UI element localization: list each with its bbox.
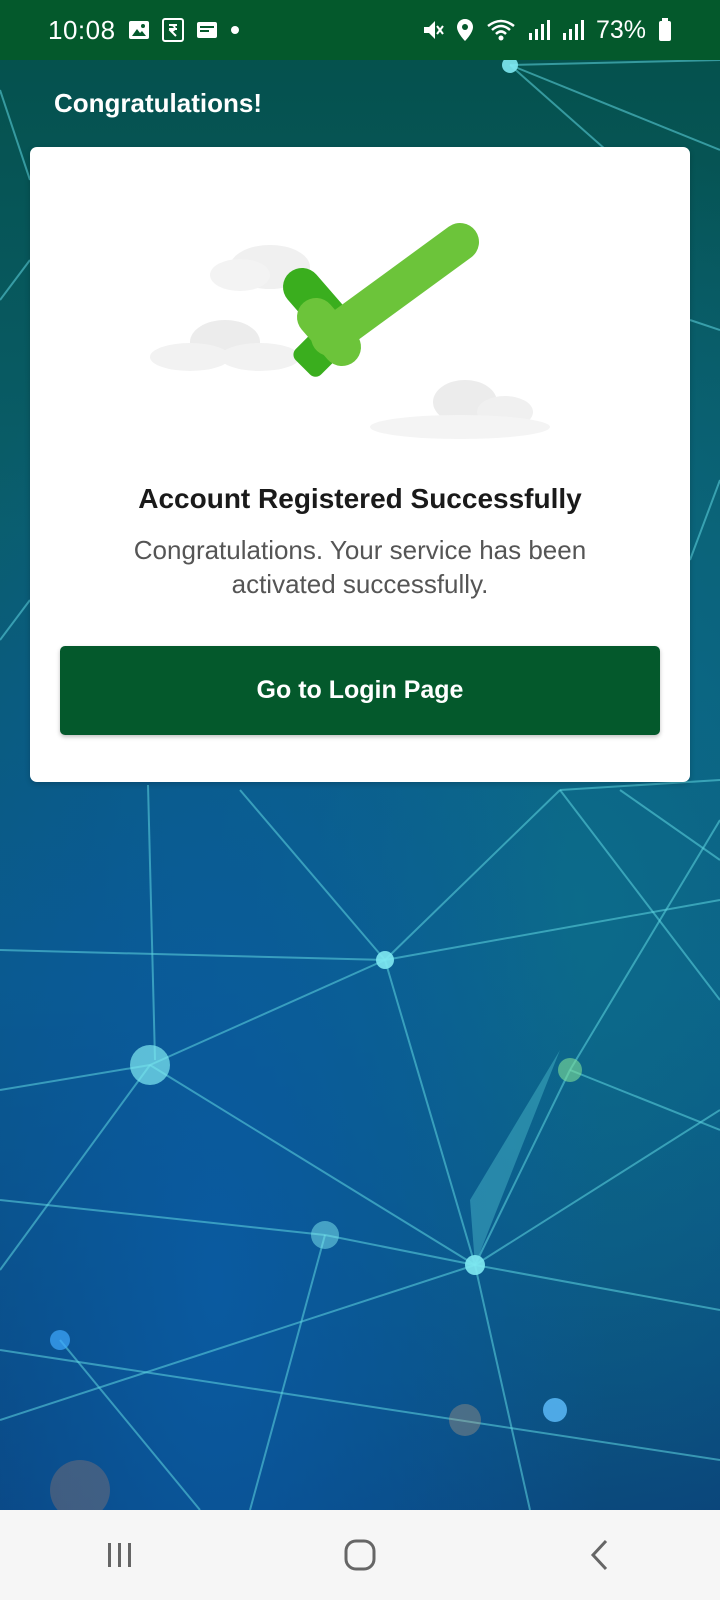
status-time: 10:08 bbox=[48, 14, 116, 45]
mute-icon bbox=[422, 18, 444, 42]
location-icon bbox=[456, 18, 474, 42]
back-icon[interactable] bbox=[560, 1525, 640, 1585]
dot-icon bbox=[230, 25, 240, 35]
home-icon[interactable] bbox=[320, 1525, 400, 1585]
wifi-icon bbox=[486, 18, 516, 42]
image-icon bbox=[128, 19, 150, 41]
page-title: Congratulations! bbox=[54, 88, 262, 118]
go-to-login-button[interactable]: Go to Login Page bbox=[60, 646, 660, 735]
signal-icon bbox=[528, 19, 550, 41]
success-illustration bbox=[130, 207, 590, 457]
news-icon bbox=[196, 20, 218, 40]
recents-icon[interactable] bbox=[80, 1525, 160, 1585]
signal-icon bbox=[562, 19, 584, 41]
battery-percent: 73% bbox=[595, 15, 646, 44]
navigation-bar bbox=[0, 1510, 720, 1600]
rupee-icon bbox=[161, 18, 184, 42]
battery-icon bbox=[658, 18, 672, 42]
status-bar: 10:08 73% bbox=[0, 0, 720, 60]
status-right: 73% bbox=[422, 16, 672, 45]
checkmark-icon bbox=[150, 223, 550, 439]
success-heading: Account Registered Successfully bbox=[138, 483, 582, 514]
status-left: 10:08 bbox=[48, 15, 240, 46]
success-card: Account Registered Successfully Congratu… bbox=[30, 147, 690, 782]
success-message: Congratulations. Your service has been a… bbox=[133, 535, 587, 599]
